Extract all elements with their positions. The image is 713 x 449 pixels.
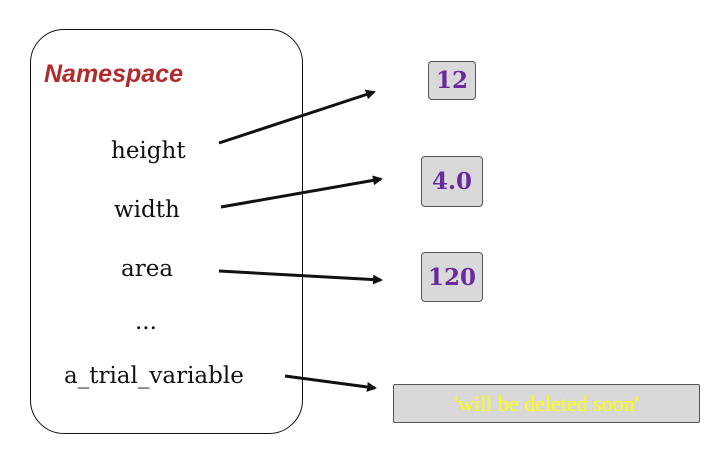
arrow-height-to-value [218, 89, 376, 145]
arrow-width-to-value [220, 175, 383, 209]
arrow-trial-to-value [284, 374, 377, 392]
arrows-layer [218, 89, 383, 392]
arrow-area-to-value [218, 269, 383, 285]
